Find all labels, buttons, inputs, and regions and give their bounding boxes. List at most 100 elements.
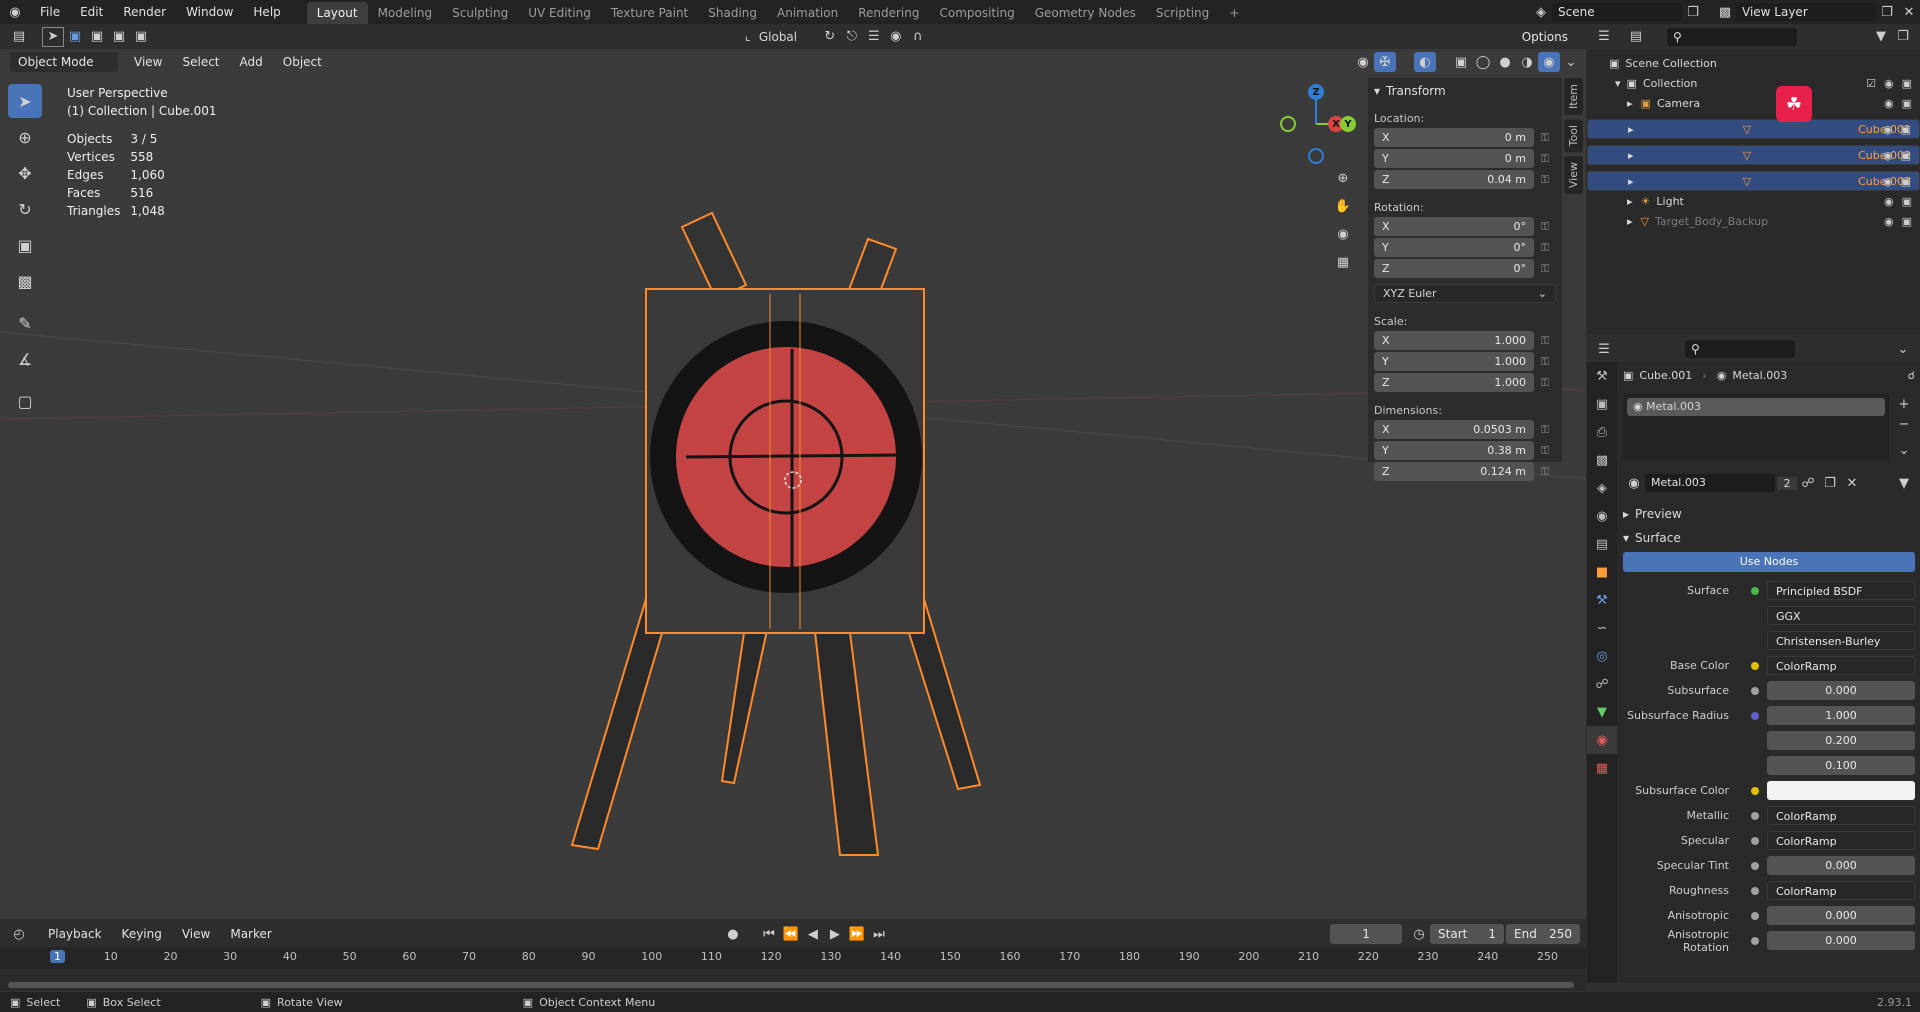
lock-icon[interactable]: ⚿	[1534, 241, 1556, 255]
particles-tab-icon[interactable]: ∽	[1587, 614, 1617, 642]
menu-render[interactable]: Render	[113, 0, 176, 24]
move-tool-icon[interactable]: ✥	[8, 156, 42, 190]
select-mode-new-icon[interactable]: ▣	[64, 27, 86, 47]
menu-edit[interactable]: Edit	[70, 0, 113, 24]
setting-link-field[interactable]: ColorRamp	[1767, 806, 1915, 825]
camera-icon[interactable]: ▣	[1902, 195, 1912, 208]
add-cube-tool-icon[interactable]: ▢	[8, 384, 42, 418]
collection-tab-icon[interactable]: ▤	[1587, 530, 1617, 558]
color-swatch[interactable]	[1767, 781, 1915, 800]
camera-icon[interactable]: ▣	[1901, 147, 1911, 164]
options-dropdown[interactable]: Options	[1513, 26, 1576, 47]
tab-texture-paint[interactable]: Texture Paint	[601, 2, 698, 24]
lock-icon[interactable]: ⚿	[1534, 376, 1556, 390]
eye-icon[interactable]: ◉	[1884, 215, 1894, 228]
eye-icon[interactable]: ◉	[1883, 121, 1893, 138]
properties-editor-icon[interactable]: ☰	[1593, 339, 1615, 359]
setting-dropdown[interactable]: GGX	[1767, 606, 1915, 625]
use-nodes-button[interactable]: Use Nodes	[1623, 552, 1915, 572]
eye-icon[interactable]: ◉	[1883, 173, 1893, 190]
transform-tool-icon[interactable]: ▩	[8, 264, 42, 298]
gizmo-y-axis[interactable]: Y	[1340, 116, 1356, 132]
select-mode-extend-icon[interactable]: ▣	[86, 27, 108, 47]
view-layer-tab-icon[interactable]: ▩	[1587, 446, 1617, 474]
tab-rendering[interactable]: Rendering	[848, 2, 929, 24]
pivot-icon[interactable]: ↻	[819, 27, 841, 47]
scene-tab-icon[interactable]: ◈	[1587, 474, 1617, 502]
rotation-z-field[interactable]: Z 0°	[1374, 259, 1534, 278]
camera-icon[interactable]: ▣	[1902, 215, 1912, 228]
sidebar-tab-tool[interactable]: Tool	[1564, 119, 1583, 153]
dimensions-x-field[interactable]: X 0.0503 m	[1374, 420, 1534, 439]
location-x-field[interactable]: X 0 m	[1374, 128, 1534, 147]
outliner-search-input[interactable]: ⚲	[1667, 27, 1797, 46]
dimensions-z-field[interactable]: Z 0.124 m	[1374, 462, 1534, 481]
camera-icon[interactable]: ▣	[1901, 121, 1911, 138]
navigation-gizmo[interactable]: Z X Y	[1272, 82, 1362, 172]
sidebar-tab-item[interactable]: Item	[1564, 78, 1583, 116]
add-slot-icon[interactable]: +	[1893, 394, 1915, 414]
collapse-chevron-icon[interactable]: ▾	[1374, 84, 1380, 98]
outliner-item[interactable]: ▸ ▽ Target_Body_Backup ◉ ▣	[1587, 211, 1920, 231]
rotate-tool-icon[interactable]: ↻	[8, 192, 42, 226]
xray-icon[interactable]: ▣	[1450, 52, 1472, 72]
filter-icon[interactable]: ▼	[1870, 27, 1892, 47]
snap-icon[interactable]: ⎋	[841, 27, 863, 47]
prev-keyframe-icon[interactable]: ⏪	[780, 924, 802, 944]
proportional-edit-icon[interactable]: ◉	[885, 27, 907, 47]
snap-target-icon[interactable]: ☰	[863, 27, 885, 47]
pin-icon[interactable]: ☌	[1908, 369, 1915, 382]
expand-chevron-icon[interactable]: ▸	[1627, 195, 1633, 208]
expand-chevron-icon[interactable]: ▸	[1628, 121, 1634, 138]
viewport-menu-object[interactable]: Object	[273, 50, 332, 74]
material-shading-icon[interactable]: ◑	[1516, 52, 1538, 72]
material-name-field[interactable]: Metal.003	[1645, 474, 1775, 492]
display-mode-icon[interactable]: ▤	[1625, 27, 1647, 47]
expand-chevron-icon[interactable]: ▸	[1627, 215, 1633, 228]
tab-compositing[interactable]: Compositing	[929, 2, 1024, 24]
setting-value-field[interactable]: 0.000	[1767, 931, 1915, 950]
tab-animation[interactable]: Animation	[767, 2, 848, 24]
play-icon[interactable]: ▶	[824, 924, 846, 944]
scale-x-field[interactable]: X 1.000	[1374, 331, 1534, 350]
render-tab-icon[interactable]: ▣	[1587, 390, 1617, 418]
preview-range-icon[interactable]: ◷	[1408, 924, 1430, 944]
setting-link-field[interactable]: ColorRamp	[1767, 881, 1915, 900]
eye-icon[interactable]: ◉	[1884, 97, 1894, 110]
setting-value-field[interactable]: 1.000	[1767, 706, 1915, 725]
eye-icon[interactable]: ◉	[1884, 77, 1894, 90]
material-tab-icon[interactable]: ◉	[1587, 726, 1617, 754]
tab-uv-editing[interactable]: UV Editing	[518, 2, 601, 24]
setting-value-field[interactable]: 0.000	[1767, 681, 1915, 700]
remove-view-layer-icon[interactable]: ✕	[1898, 2, 1920, 22]
zoom-icon[interactable]: ⊕	[1332, 168, 1354, 188]
location-y-field[interactable]: Y 0 m	[1374, 149, 1534, 168]
setting-link-field[interactable]: ColorRamp	[1767, 831, 1915, 850]
tab-modeling[interactable]: Modeling	[368, 2, 443, 24]
browse-material-icon[interactable]: ◉	[1623, 473, 1645, 493]
tab-geometry-nodes[interactable]: Geometry Nodes	[1025, 2, 1146, 24]
viewport-menu-select[interactable]: Select	[172, 50, 229, 74]
scene-field[interactable]: Scene	[1552, 3, 1682, 21]
wireframe-shading-icon[interactable]: ◯	[1472, 52, 1494, 72]
tab-scripting[interactable]: Scripting	[1146, 2, 1219, 24]
timeline-menu-keying[interactable]: Keying	[112, 922, 172, 946]
visibility-icon[interactable]: ◉	[1352, 52, 1374, 72]
start-frame-field[interactable]: Start 1	[1430, 924, 1505, 944]
setting-value-field[interactable]: 0.000	[1767, 906, 1915, 925]
sidebar-tab-view[interactable]: View	[1564, 156, 1583, 195]
mode-dropdown[interactable]: Object Mode	[10, 52, 118, 72]
lock-icon[interactable]: ⚿	[1534, 152, 1556, 166]
overlay-toggle-icon[interactable]: ◐	[1414, 52, 1436, 72]
viewport-menu-add[interactable]: Add	[230, 50, 273, 74]
gizmo-toggle-icon[interactable]: ✠	[1374, 52, 1396, 72]
scale-z-field[interactable]: Z 1.000	[1374, 373, 1534, 392]
gizmo-neg-z-axis[interactable]	[1308, 148, 1324, 164]
solid-shading-icon[interactable]: ●	[1494, 52, 1516, 72]
jump-end-icon[interactable]: ⏭	[868, 924, 890, 944]
menu-window[interactable]: Window	[176, 0, 243, 24]
timeline-scrollbar[interactable]	[8, 982, 1574, 988]
outliner-item[interactable]: ▸ ☀ Light ◉ ▣	[1587, 191, 1920, 211]
select-mode-invert-icon[interactable]: ▣	[130, 27, 152, 47]
editor-type-icon[interactable]: ▤	[8, 27, 30, 47]
